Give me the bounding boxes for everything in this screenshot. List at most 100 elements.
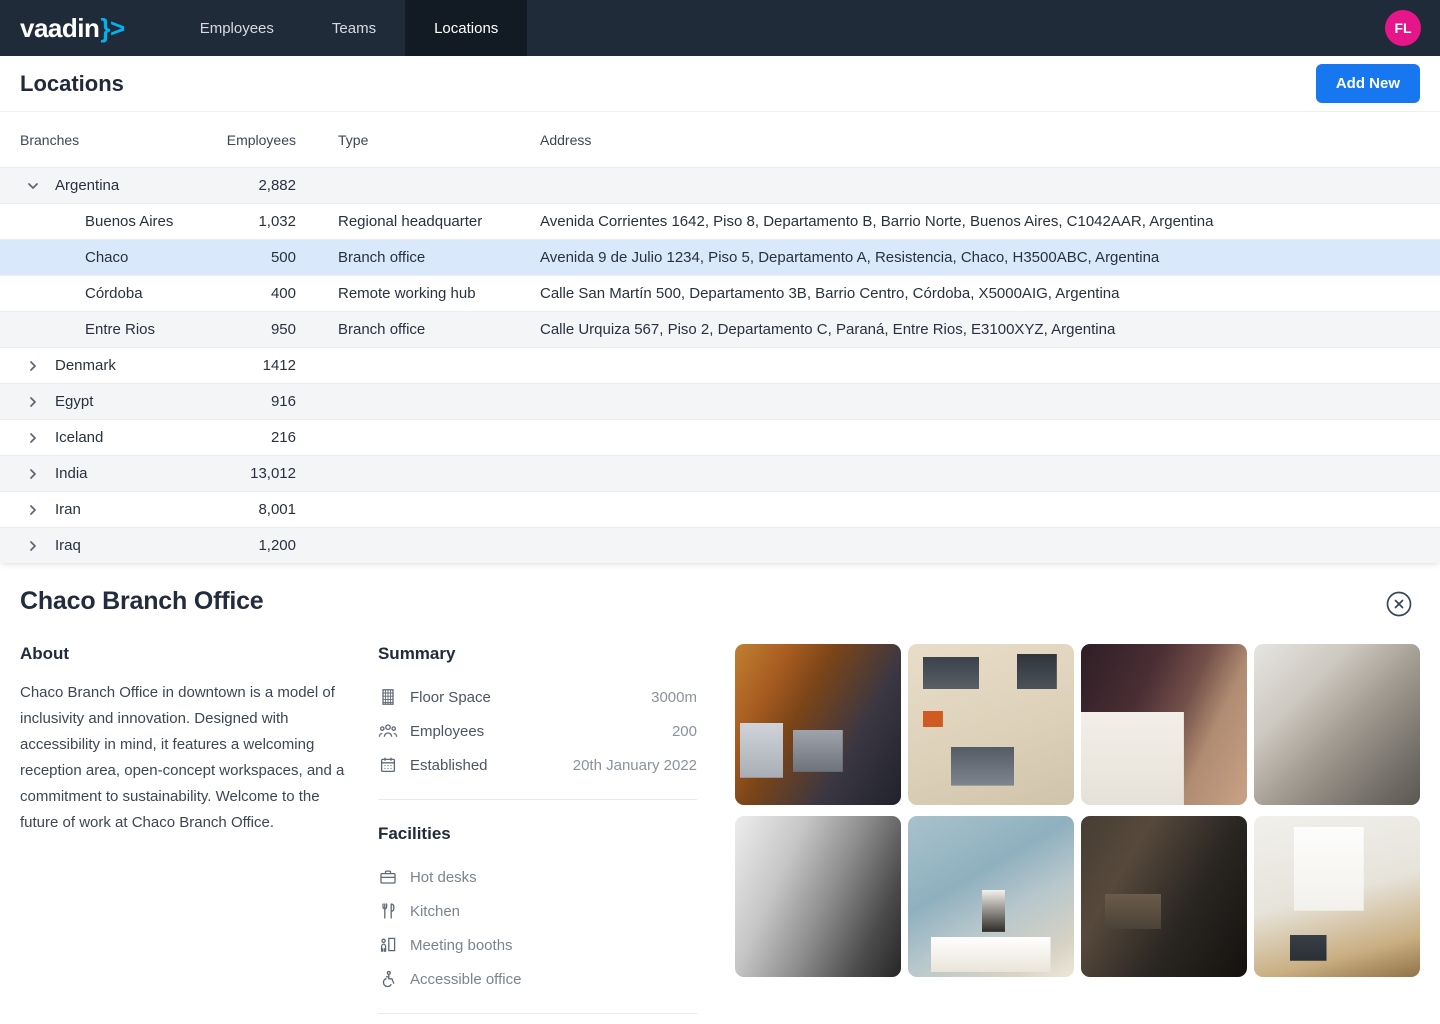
expand-chevron-icon[interactable] (25, 466, 41, 482)
employees-icon (378, 722, 398, 740)
hot-desks-icon (378, 868, 398, 886)
summary-item-established: Established 20th January 2022 (378, 748, 697, 782)
facility-label: Meeting booths (410, 937, 513, 954)
column-header-type: Type (296, 132, 540, 148)
add-new-button[interactable]: Add New (1316, 64, 1420, 103)
branch-name: Buenos Aires (85, 213, 173, 230)
summary-label: Established (410, 757, 488, 774)
summary-item-floor-space: Floor Space 3000m (378, 680, 697, 714)
facility-item-accessible-office: Accessible office (378, 962, 697, 996)
employee-count: 8,001 (220, 501, 296, 518)
facility-label: Hot desks (410, 869, 477, 886)
grid-row-iran[interactable]: Iran 8,001 (0, 491, 1440, 527)
branch-name: Iraq (55, 537, 81, 554)
summary-value: 200 (672, 723, 697, 740)
grid-row-argentina[interactable]: Argentina 2,882 (0, 167, 1440, 203)
grid-row-entre-rios[interactable]: Entre Rios 950Branch officeCalle Urquiza … (0, 311, 1440, 347)
detail-title: Chaco Branch Office (20, 587, 263, 616)
office-photo-desk-top-view-with-laptops (908, 644, 1074, 805)
branch-type: Branch office (296, 249, 540, 266)
grid-row-chaco[interactable]: Chaco500Branch officeAvenida 9 de Julio … (0, 239, 1440, 275)
calendar-icon (378, 756, 398, 774)
nav-tab-teams[interactable]: Teams (303, 0, 405, 56)
column-header-branches: Branches (20, 132, 220, 148)
expand-chevron-icon[interactable] (25, 358, 41, 374)
about-section: About Chaco Branch Office in downtown is… (20, 644, 357, 836)
location-detail-panel: Chaco Branch Office About Chaco Branch O… (0, 563, 1440, 1014)
summary-section: Summary Floor Space 3000m Employees 200 … (378, 644, 697, 800)
grid-row-egypt[interactable]: Egypt916 (0, 383, 1440, 419)
facilities-section: Facilities Hot desks Kitchen Meeting boo… (378, 824, 697, 1014)
column-header-address: Address (540, 132, 1420, 148)
branch-type: Branch office (296, 321, 540, 338)
collapse-chevron-icon[interactable] (25, 178, 41, 194)
grid-row-iraq[interactable]: Iraq 1,200 (0, 527, 1440, 563)
branch-name: Entre Rios (85, 321, 155, 338)
facility-item-kitchen: Kitchen (378, 894, 697, 928)
branch-name: Egypt (55, 393, 93, 410)
expand-chevron-icon[interactable] (25, 430, 41, 446)
expand-chevron-icon[interactable] (25, 538, 41, 554)
building-icon (378, 688, 398, 706)
kitchen-icon (378, 902, 398, 920)
branch-name: India (55, 465, 88, 482)
vaadin-logo: vaadin}> (20, 13, 125, 44)
office-photo-dark-office-corridor (1081, 816, 1247, 977)
branch-name: Iran (55, 501, 81, 518)
about-text: Chaco Branch Office in downtown is a mod… (20, 680, 357, 836)
grid-body: Argentina2,882Buenos Aires1,032Regional … (0, 167, 1440, 563)
accessible-office-icon (378, 970, 398, 988)
facilities-heading: Facilities (378, 824, 697, 844)
office-photo-man-working-on-laptop-grayscale (735, 816, 901, 977)
office-photo-colleagues-discussing-at-desk (1254, 644, 1420, 805)
grid-row-iceland[interactable]: Iceland 216 (0, 419, 1440, 455)
meeting-booths-icon (378, 936, 398, 954)
grid-row-córdoba[interactable]: Córdoba400Remote working hubCalle San Ma… (0, 275, 1440, 311)
office-photo-hand-sketching-wireframes (1081, 644, 1247, 805)
expand-chevron-icon[interactable] (25, 502, 41, 518)
summary-facilities-column: Summary Floor Space 3000m Employees 200 … (378, 644, 697, 1014)
branch-address: Avenida Corrientes 1642, Piso 8, Departa… (540, 213, 1420, 230)
branch-name: Iceland (55, 429, 103, 446)
employee-count: 400 (220, 285, 296, 302)
employee-count: 2,882 (220, 177, 296, 194)
facility-items: Hot desks Kitchen Meeting booths Accessi… (378, 860, 697, 996)
grid-row-buenos-aires[interactable]: Buenos Aires1,032Regional headquarterAve… (0, 203, 1440, 239)
office-photo-person-with-phone-and-coffee (908, 816, 1074, 977)
close-detail-button[interactable] (1384, 589, 1414, 622)
facilities-divider (378, 1013, 697, 1014)
column-header-employees: Employees (220, 132, 296, 148)
employee-count: 216 (220, 429, 296, 446)
top-navigation-bar: vaadin}> EmployeesTeamsLocations FL (0, 0, 1440, 56)
expand-chevron-icon[interactable] (25, 394, 41, 410)
branch-type: Remote working hub (296, 285, 540, 302)
nav-tab-employees[interactable]: Employees (171, 0, 303, 56)
summary-label: Employees (410, 723, 484, 740)
main-nav-tabs: EmployeesTeamsLocations (171, 0, 528, 56)
facility-label: Kitchen (410, 903, 460, 920)
summary-value: 3000m (651, 689, 697, 706)
employee-count: 1,032 (220, 213, 296, 230)
branch-address: Avenida 9 de Julio 1234, Piso 5, Departa… (540, 249, 1420, 266)
branch-name: Córdoba (85, 285, 143, 302)
page-header: Locations Add New (0, 56, 1440, 112)
branch-address: Calle Urquiza 567, Piso 2, Departamento … (540, 321, 1420, 338)
employee-count: 1,200 (220, 537, 296, 554)
summary-heading: Summary (378, 644, 697, 664)
employee-count: 950 (220, 321, 296, 338)
employee-count: 13,012 (220, 465, 296, 482)
summary-item-employees: Employees 200 (378, 714, 697, 748)
grid-row-denmark[interactable]: Denmark 1412 (0, 347, 1440, 383)
branch-name: Denmark (55, 357, 116, 374)
summary-value: 20th January 2022 (573, 757, 697, 774)
summary-items: Floor Space 3000m Employees 200 Establis… (378, 680, 697, 782)
user-avatar[interactable]: FL (1385, 10, 1421, 46)
office-photo-team-meeting-whiteboard (1254, 816, 1420, 977)
facility-item-meeting-booths: Meeting booths (378, 928, 697, 962)
logo-text: vaadin (20, 13, 99, 44)
branch-name: Chaco (85, 249, 128, 266)
nav-tab-locations[interactable]: Locations (405, 0, 527, 56)
employee-count: 1412 (220, 357, 296, 374)
branch-name: Argentina (55, 177, 119, 194)
grid-row-india[interactable]: India 13,012 (0, 455, 1440, 491)
